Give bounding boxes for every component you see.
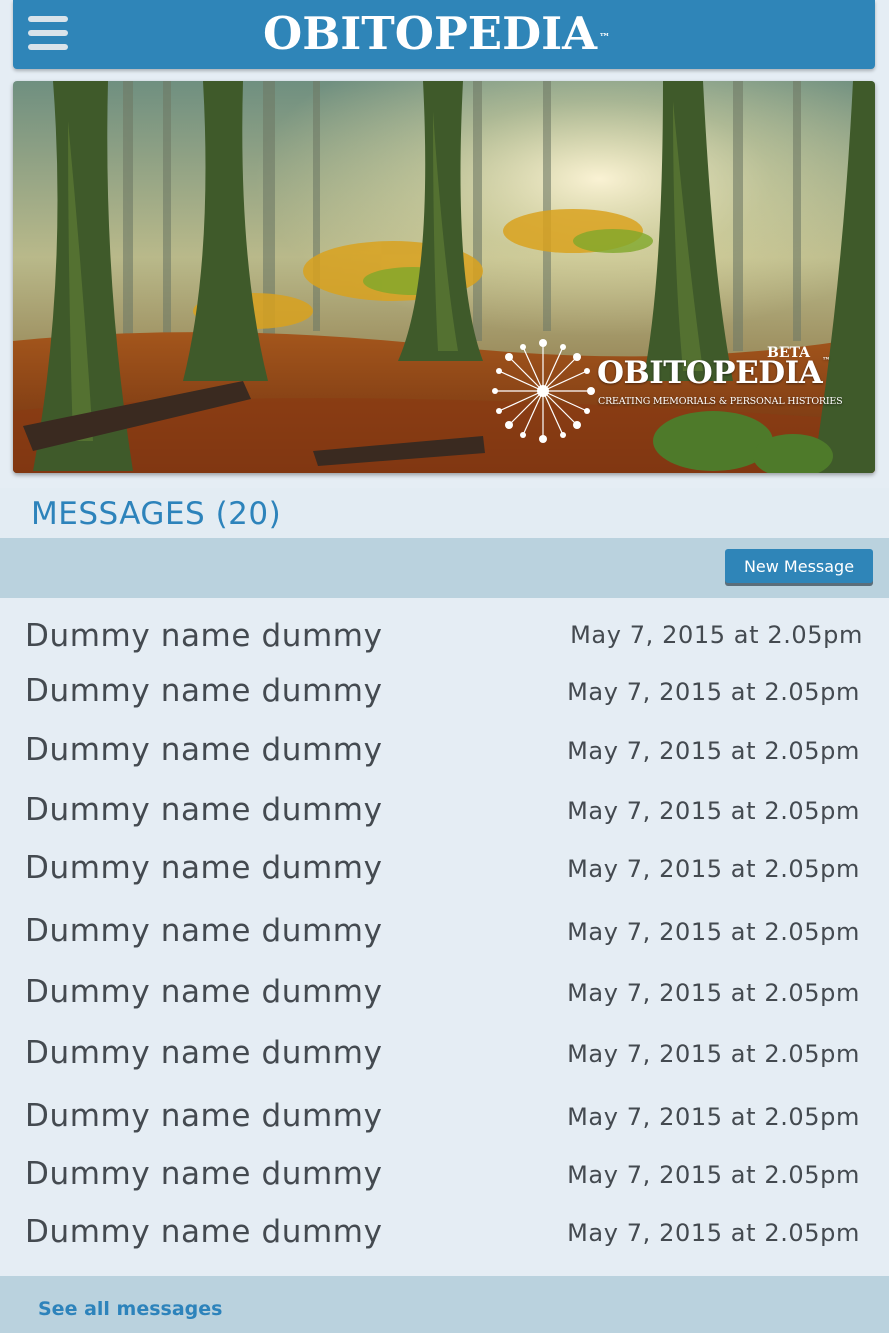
message-row[interactable]: Dummy name dummy May 7, 2015 at 2.05pm (0, 673, 889, 729)
message-date: May 7, 2015 at 2.05pm (567, 1040, 860, 1068)
message-date: May 7, 2015 at 2.05pm (570, 621, 863, 649)
message-row[interactable]: Dummy name dummy May 7, 2015 at 2.05pm (0, 850, 889, 906)
message-date: May 7, 2015 at 2.05pm (567, 855, 860, 883)
site-logo[interactable]: OBITOPEDIA ™ (263, 6, 610, 62)
message-sender: Dummy name dummy (25, 1098, 383, 1134)
message-sender: Dummy name dummy (25, 974, 383, 1010)
message-sender: Dummy name dummy (25, 913, 383, 949)
messages-header: MESSAGES (20) (0, 488, 889, 538)
message-row[interactable]: Dummy name dummy May 7, 2015 at 2.05pm (0, 1035, 889, 1091)
message-date: May 7, 2015 at 2.05pm (567, 797, 860, 825)
messages-toolbar: New Message (0, 538, 889, 598)
message-list: Dummy name dummy May 7, 2015 at 2.05pm D… (0, 598, 889, 1276)
message-date: May 7, 2015 at 2.05pm (567, 1103, 860, 1131)
hero-tagline: CREATING MEMORIALS & PERSONAL HISTORIES (598, 396, 843, 407)
hero-banner: BETA OBITOPEDIA™ CREATING MEMORIALS & PE… (13, 81, 875, 473)
see-all-messages-link[interactable]: See all messages (38, 1298, 222, 1320)
message-date: May 7, 2015 at 2.05pm (567, 678, 860, 706)
message-sender: Dummy name dummy (25, 1214, 383, 1250)
page-title: MESSAGES (20) (31, 496, 282, 532)
message-sender: Dummy name dummy (25, 673, 383, 709)
message-date: May 7, 2015 at 2.05pm (567, 737, 860, 765)
hamburger-menu-icon[interactable] (28, 16, 68, 50)
message-sender: Dummy name dummy (25, 732, 383, 768)
message-row[interactable]: Dummy name dummy May 7, 2015 at 2.05pm (0, 1214, 889, 1270)
message-row[interactable]: Dummy name dummy May 7, 2015 at 2.05pm (0, 618, 889, 674)
message-date: May 7, 2015 at 2.05pm (567, 1219, 860, 1247)
app-header: OBITOPEDIA ™ (13, 0, 875, 69)
message-sender: Dummy name dummy (25, 618, 383, 654)
message-date: May 7, 2015 at 2.05pm (567, 918, 860, 946)
hero-logo: OBITOPEDIA™ (597, 355, 830, 391)
new-message-button[interactable]: New Message (725, 549, 873, 583)
dandelion-icon (492, 339, 595, 443)
messages-footer: See all messages (0, 1276, 889, 1333)
message-row[interactable]: Dummy name dummy May 7, 2015 at 2.05pm (0, 792, 889, 848)
message-row[interactable]: Dummy name dummy May 7, 2015 at 2.05pm (0, 1156, 889, 1212)
message-sender: Dummy name dummy (25, 850, 383, 886)
message-row[interactable]: Dummy name dummy May 7, 2015 at 2.05pm (0, 732, 889, 788)
message-row[interactable]: Dummy name dummy May 7, 2015 at 2.05pm (0, 913, 889, 969)
hero-brand: BETA OBITOPEDIA™ CREATING MEMORIALS & PE… (491, 329, 851, 449)
message-date: May 7, 2015 at 2.05pm (567, 1161, 860, 1189)
message-sender: Dummy name dummy (25, 1156, 383, 1192)
message-sender: Dummy name dummy (25, 792, 383, 828)
message-date: May 7, 2015 at 2.05pm (567, 979, 860, 1007)
message-row[interactable]: Dummy name dummy May 7, 2015 at 2.05pm (0, 1098, 889, 1154)
message-row[interactable]: Dummy name dummy May 7, 2015 at 2.05pm (0, 974, 889, 1030)
message-sender: Dummy name dummy (25, 1035, 383, 1071)
